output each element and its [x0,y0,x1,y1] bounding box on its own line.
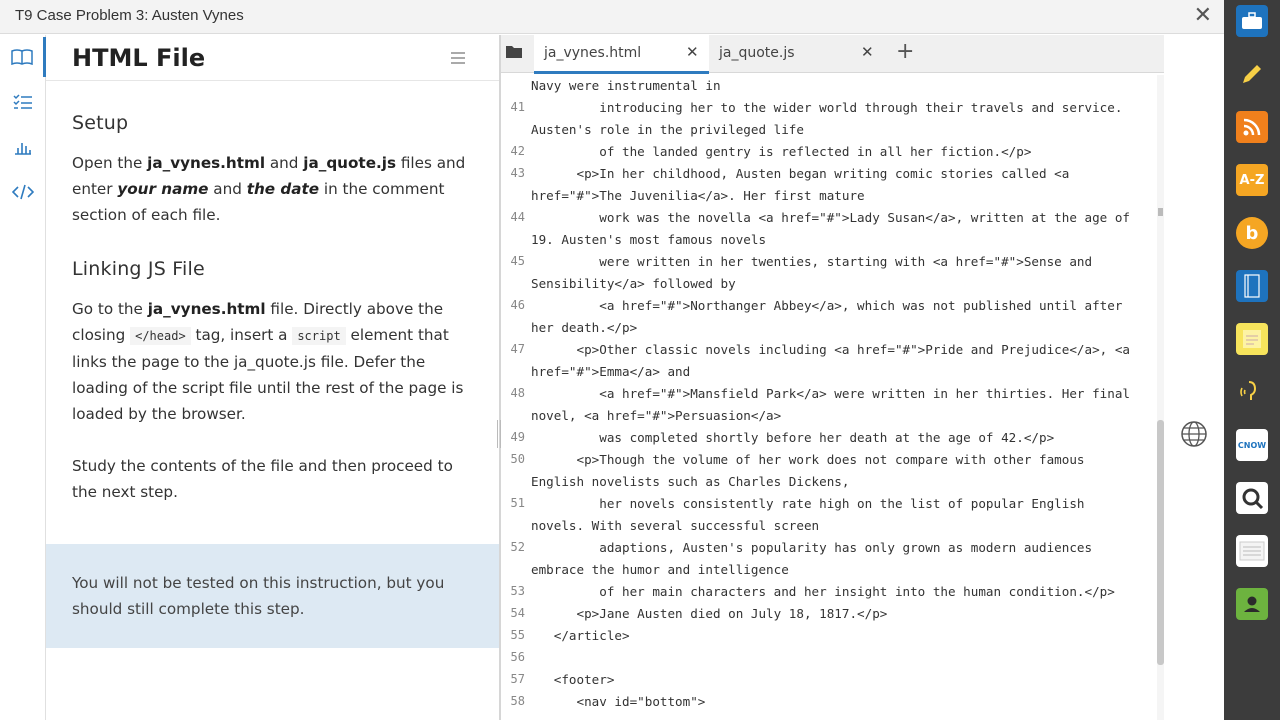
line-number: 48 [510,386,525,400]
rss-icon[interactable] [1236,111,1268,143]
scrollbar-thumb[interactable] [1157,420,1164,665]
menu-icon[interactable] [451,49,465,68]
chart-icon[interactable] [0,127,46,167]
code-icon[interactable] [0,172,46,212]
code-line[interactable]: <p>Though the volume of her work does no… [531,452,1084,467]
setup-paragraph: Open the ja_vynes.html and ja_quote.js f… [72,154,466,224]
line-number: 54 [510,606,525,620]
code-line[interactable]: novel, <a href="#">Persuasion</a> [531,408,781,423]
linking-paragraph: Go to the ja_vynes.html file. Directly a… [72,300,464,423]
cnow-icon[interactable]: CNOW [1236,429,1268,461]
tab-ja-quote-js[interactable]: ja_quote.js ✕ [709,35,884,73]
page-title: HTML File [72,44,206,72]
code-line[interactable]: 19. Austen's most famous novels [531,232,766,247]
book-icon[interactable] [1236,270,1268,302]
add-tab-icon[interactable]: + [896,39,914,64]
code-line[interactable]: were written in her twenties, starting w… [531,254,1092,269]
line-number: 50 [510,452,525,466]
line-number: 49 [510,430,525,444]
profile-icon[interactable] [1236,588,1268,620]
line-number: 44 [510,210,525,224]
line-number: 55 [510,628,525,642]
notepad-icon[interactable] [1236,323,1268,355]
briefcase-icon[interactable] [1236,5,1268,37]
inline-code-script: script [292,327,346,345]
line-number: 45 [510,254,525,268]
code-line[interactable]: href="#">The Juvenilia</a>. Her first ma… [531,188,865,203]
code-line[interactable]: <p>Jane Austen died on July 18, 1817.</p… [531,606,887,621]
code-line[interactable]: href="#">Emma</a> and [531,364,690,379]
pen-icon[interactable] [1236,58,1268,90]
text-to-speech-icon[interactable] [1236,376,1268,408]
title-bar: T9 Case Problem 3: Austen Vynes ✕ [0,0,1224,34]
code-line[interactable]: her death.</p> [531,320,637,335]
code-line[interactable]: <a href="#">Northanger Abbey</a>, which … [531,298,1122,313]
line-number: 58 [510,694,525,708]
globe-icon[interactable] [1180,420,1208,452]
left-rail [0,35,46,720]
note-box: You will not be tested on this instructi… [46,544,499,648]
code-line[interactable]: embrace the humor and intelligence [531,562,789,577]
code-line[interactable]: Austen's role in the privileged life [531,122,804,137]
folder-icon[interactable] [505,44,523,63]
code-line[interactable]: novels. With several successful screen [531,518,819,533]
code-line[interactable]: of the landed gentry is reflected in all… [531,144,1031,159]
right-dock: A-Z b CNOW [1224,0,1280,720]
checklist-icon[interactable] [0,82,46,122]
section-title-linking: Linking JS File [72,258,205,280]
code-line[interactable]: English novelists such as Charles Dicken… [531,474,849,489]
editor-scrollbar[interactable] [1157,75,1164,720]
section-title-setup: Setup [72,112,129,134]
book-icon[interactable] [0,37,46,77]
close-tab-icon[interactable]: ✕ [861,43,874,61]
inline-code-head: </head> [130,327,191,345]
code-editor: ja_vynes.html ✕ ja_quote.js ✕ + Navy wer… [501,35,1164,720]
line-number: 42 [510,144,525,158]
az-dictionary-icon[interactable]: A-Z [1236,164,1268,196]
tab-ja-vynes-html[interactable]: ja_vynes.html ✕ [534,35,709,74]
notes-stack-icon[interactable] [1236,535,1268,567]
code-line[interactable]: Navy were instrumental in [531,78,721,93]
code-line[interactable]: adaptions, Austen's popularity has only … [531,540,1092,555]
code-line[interactable]: <footer> [531,672,615,687]
line-number: 41 [510,100,525,114]
code-line[interactable]: Sensibility</a> followed by [531,276,736,291]
study-paragraph: Study the contents of the file and then … [72,457,453,501]
line-number: 56 [510,650,525,664]
code-line[interactable]: work was the novella <a href="#">Lady Su… [531,210,1130,225]
code-area[interactable]: Navy were instrumental in 41 introducing … [501,75,1156,720]
code-line[interactable]: was completed shortly before her death a… [531,430,1054,445]
code-line[interactable]: <p>Other classic novels including <a hre… [531,342,1130,357]
line-number: 47 [510,342,525,356]
instructions-header: HTML File [46,35,499,81]
line-number: 53 [510,584,525,598]
window-title: T9 Case Problem 3: Austen Vynes [15,7,244,24]
code-line[interactable]: of her main characters and her insight i… [531,584,1115,599]
close-icon[interactable]: ✕ [1194,3,1212,28]
line-number: 52 [510,540,525,554]
code-line[interactable]: introducing her to the wider world throu… [531,100,1122,115]
line-number: 43 [510,166,525,180]
code-line[interactable]: <nav id="bottom"> [531,694,705,709]
line-number: 46 [510,298,525,312]
search-app-icon[interactable] [1236,482,1268,514]
line-number: 57 [510,672,525,686]
code-line[interactable]: <a href="#">Mansfield Park</a> were writ… [531,386,1130,401]
editor-tabs: ja_vynes.html ✕ ja_quote.js ✕ + [501,35,1164,74]
bing-icon[interactable]: b [1236,217,1268,249]
code-line[interactable]: her novels consistently rate high on the… [531,496,1084,511]
scrollbar-marker [1158,208,1163,216]
close-tab-icon[interactable]: ✕ [686,43,699,61]
instructions-panel: HTML File Setup Open the ja_vynes.html a… [46,35,499,720]
code-line[interactable]: <p>In her childhood, Austen began writin… [531,166,1069,181]
note-text: You will not be tested on this instructi… [72,574,445,618]
line-number: 51 [510,496,525,510]
code-line[interactable]: </article> [531,628,630,643]
